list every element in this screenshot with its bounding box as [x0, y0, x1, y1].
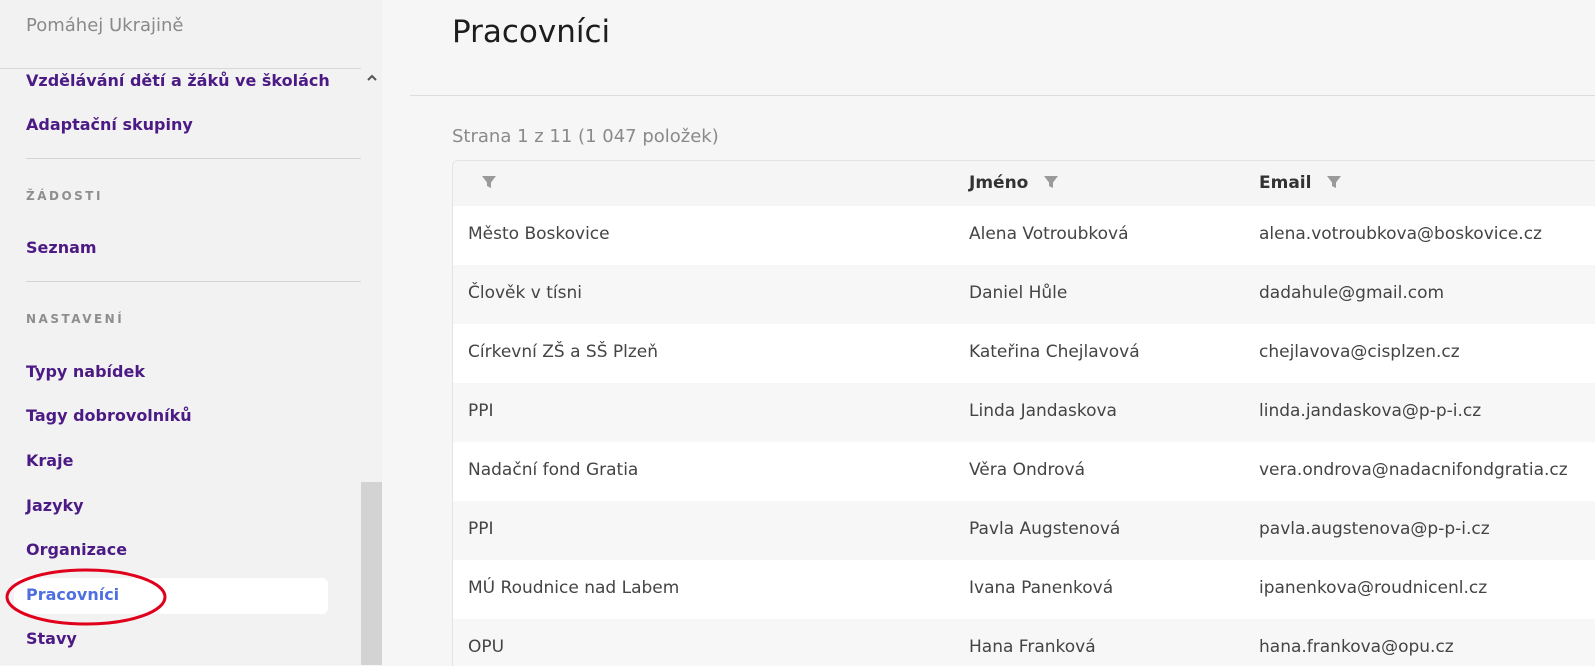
page-title: Pracovníci [452, 14, 611, 50]
nav-link-adaptation-groups[interactable]: Adaptační skupiny [26, 115, 193, 134]
cell-organization: MÚ Roudnice nad Labem [468, 578, 680, 598]
cell-email: linda.jandaskova@p-p-i.cz [1259, 401, 1482, 421]
table-header: Jméno Email [453, 161, 1595, 206]
brand-name[interactable]: Pomáhej Ukrajině [26, 15, 184, 36]
cell-organization: Církevní ZŠ a SŠ Plzeň [468, 342, 659, 362]
table-row[interactable]: Město Boskovice Alena Votroubková alena.… [453, 206, 1595, 265]
table-row[interactable]: Církevní ZŠ a SŠ Plzeň Kateřina Chejlavo… [453, 324, 1595, 383]
cell-name: Kateřina Chejlavová [969, 342, 1140, 362]
brand-divider [0, 68, 361, 69]
section-title-settings: NASTAVENÍ [26, 312, 125, 326]
cell-email: hana.frankova@opu.cz [1259, 637, 1454, 657]
cell-organization: OPU [468, 637, 505, 657]
pagination-info: Strana 1 z 11 (1 047 položek) [452, 126, 719, 147]
cell-email: dadahule@gmail.com [1259, 283, 1445, 303]
table-row[interactable]: MÚ Roudnice nad Labem Ivana Panenková ip… [453, 560, 1595, 619]
nav-link-education[interactable]: Vzdělávání dětí a žáků ve školách [26, 71, 330, 90]
column-label: Email [1259, 173, 1312, 193]
sidebar-divider [26, 281, 361, 282]
table-row[interactable]: OPU Hana Franková hana.frankova@opu.cz [453, 619, 1595, 666]
table-row[interactable]: PPI Pavla Augstenová pavla.augstenova@p-… [453, 501, 1595, 560]
cell-email: ipanenkova@roudnicenl.cz [1259, 578, 1488, 598]
sidebar-divider [26, 158, 361, 159]
sidebar: Pomáhej Ukrajině Vzdělávání dětí a žáků … [0, 0, 382, 665]
cell-organization: Město Boskovice [468, 224, 610, 244]
table-row[interactable]: Člověk v tísni Daniel Hůle dadahule@gmai… [453, 265, 1595, 324]
cell-organization: Nadační fond Gratia [468, 460, 639, 480]
nav-link-offer-types[interactable]: Typy nabídek [26, 362, 145, 381]
filter-icon[interactable] [481, 174, 497, 190]
nav-link-workers[interactable]: Pracovníci [26, 585, 119, 604]
cell-organization: Člověk v tísni [468, 283, 582, 303]
nav-link-languages[interactable]: Jazyky [26, 496, 84, 515]
workers-table: Jméno Email Město Boskovice Alena Votrou… [452, 160, 1595, 666]
filter-icon[interactable] [1043, 174, 1059, 190]
cell-name: Věra Ondrová [969, 460, 1086, 480]
column-header-name[interactable]: Jméno [969, 173, 1059, 193]
cell-name: Alena Votroubková [969, 224, 1129, 244]
filter-icon[interactable] [1326, 174, 1342, 190]
table-row[interactable]: PPI Linda Jandaskova linda.jandaskova@p-… [453, 383, 1595, 442]
section-title-requests: ŽÁDOSTI [26, 189, 103, 203]
scroll-up-icon[interactable] [365, 73, 379, 85]
column-label: Jméno [969, 173, 1029, 193]
cell-email: alena.votroubkova@boskovice.cz [1259, 224, 1542, 244]
cell-email: pavla.augstenova@p-p-i.cz [1259, 519, 1490, 539]
column-header-email[interactable]: Email [1259, 173, 1342, 193]
cell-name: Linda Jandaskova [969, 401, 1117, 421]
nav-link-organizations[interactable]: Organizace [26, 540, 127, 559]
cell-email: chejlavova@cisplzen.cz [1259, 342, 1460, 362]
cell-organization: PPI [468, 519, 494, 539]
nav-link-states[interactable]: Stavy [26, 629, 77, 648]
table-row[interactable]: Nadační fond Gratia Věra Ondrová vera.on… [453, 442, 1595, 501]
cell-name: Daniel Hůle [969, 283, 1068, 303]
header-divider [410, 95, 1595, 96]
column-header-organization [481, 173, 497, 193]
nav-link-volunteer-tags[interactable]: Tagy dobrovolníků [26, 406, 192, 425]
cell-name: Hana Franková [969, 637, 1096, 657]
nav-link-list[interactable]: Seznam [26, 238, 97, 257]
nav-link-regions[interactable]: Kraje [26, 451, 73, 470]
cell-name: Ivana Panenková [969, 578, 1114, 598]
table-body: Město Boskovice Alena Votroubková alena.… [453, 206, 1595, 666]
cell-organization: PPI [468, 401, 494, 421]
sidebar-scrollbar[interactable] [361, 69, 382, 665]
cell-name: Pavla Augstenová [969, 519, 1121, 539]
cell-email: vera.ondrova@nadacnifondgratia.cz [1259, 460, 1568, 480]
scrollbar-thumb[interactable] [361, 482, 382, 665]
